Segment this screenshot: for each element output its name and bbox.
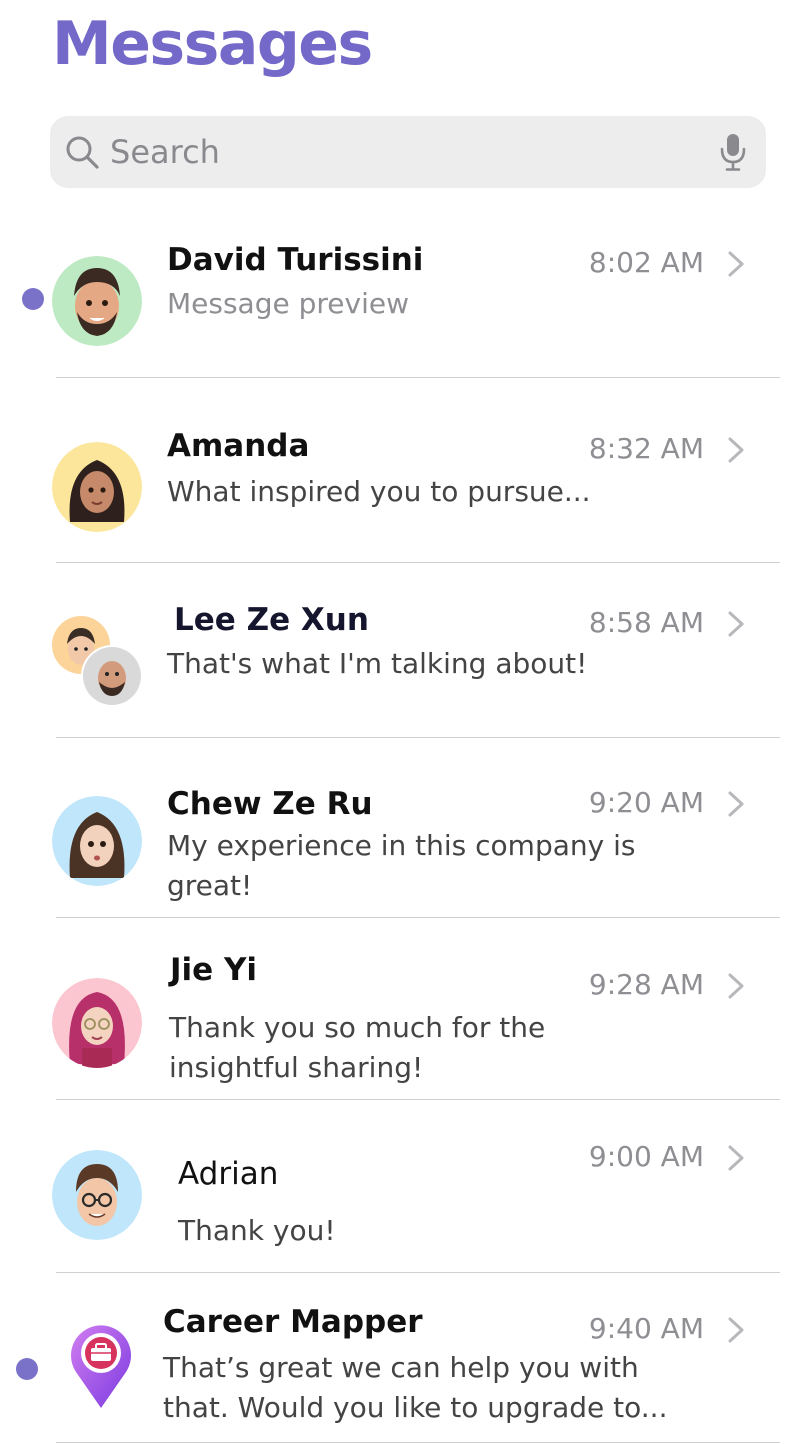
divider [56,377,780,378]
contact-name: David Turissini [167,242,424,278]
chevron-right-icon[interactable] [726,1144,746,1172]
search-icon [66,136,99,169]
message-time: 9:28 AM [588,968,704,1001]
message-preview: What inspired you to pursue... [167,475,591,508]
message-time: 8:02 AM [588,246,704,279]
contact-name: Career Mapper [163,1304,423,1340]
microphone-icon[interactable] [718,132,748,172]
chevron-right-icon[interactable] [726,436,746,464]
message-preview: Message preview [167,287,409,320]
divider [56,1272,780,1273]
divider [56,562,780,563]
message-time: 9:20 AM [588,786,704,819]
unread-indicator [22,288,44,310]
search-bar[interactable]: Search [50,116,766,188]
chevron-right-icon[interactable] [726,1316,746,1344]
contact-name: Adrian [178,1156,279,1192]
message-preview: My experience in this company is great! [167,829,636,902]
avatar [52,978,142,1068]
avatar [52,796,142,886]
message-time: 8:58 AM [588,606,704,639]
group-avatar [52,616,144,708]
message-preview: That's what I'm talking about! [167,647,588,680]
divider [56,1442,780,1443]
avatar [52,1150,142,1240]
message-time: 8:32 AM [588,432,704,465]
unread-indicator [16,1358,38,1380]
contact-name: Amanda [167,428,310,464]
chevron-right-icon[interactable] [726,790,746,818]
divider [56,1099,780,1100]
message-preview: Thank you! [178,1214,336,1247]
page-title: Messages [52,9,373,79]
avatar [52,256,142,346]
career-mapper-logo-icon [71,1325,131,1408]
contact-name: Chew Ze Ru [167,786,373,822]
contact-name: Jie Yi [170,952,258,988]
message-preview: That’s great we can help you with that. … [163,1351,668,1424]
avatar [52,442,142,532]
message-time: 9:40 AM [588,1312,704,1345]
divider [56,737,780,738]
message-preview: Thank you so much for the insightful sha… [169,1011,546,1084]
chevron-right-icon[interactable] [726,972,746,1000]
divider [56,917,780,918]
chevron-right-icon[interactable] [726,250,746,278]
chevron-right-icon[interactable] [726,610,746,638]
search-input[interactable]: Search [110,116,220,188]
message-time: 9:00 AM [588,1140,704,1173]
contact-name: Lee Ze Xun [174,602,369,638]
